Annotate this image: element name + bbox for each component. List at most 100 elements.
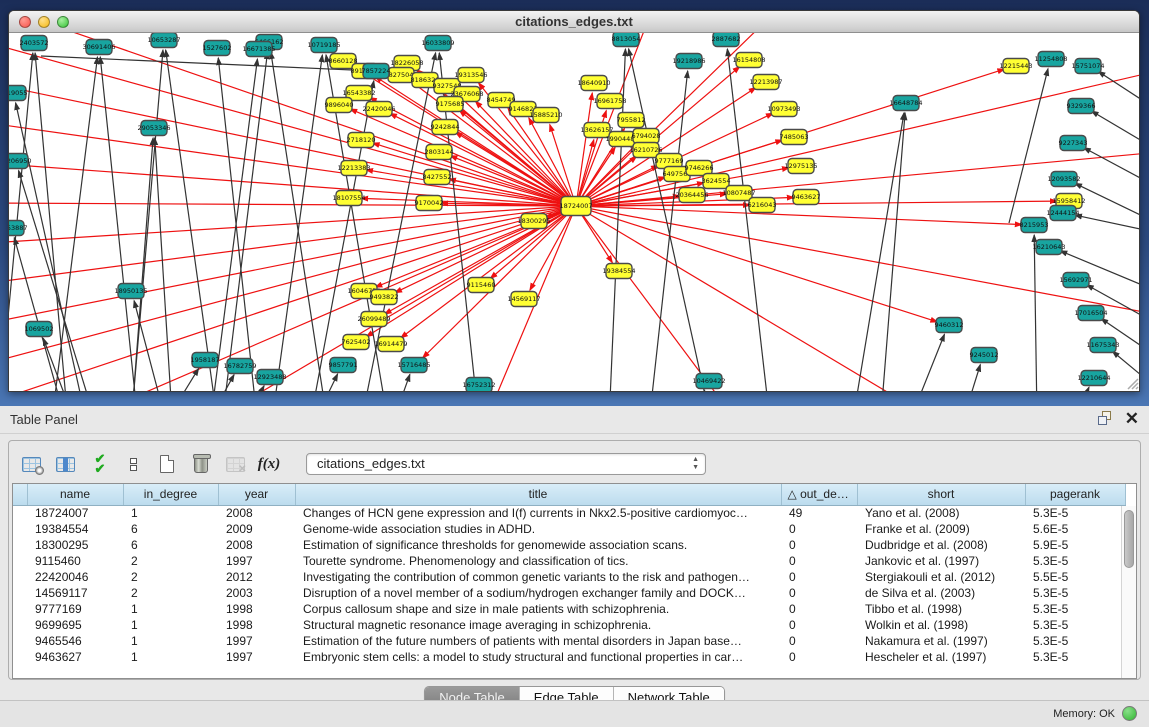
yellow-node[interactable]: 12975135 — [784, 159, 817, 174]
red-edge[interactable] — [576, 206, 729, 392]
black-edge[interactable] — [1084, 148, 1140, 188]
yellow-node[interactable]: 12213987 — [749, 75, 782, 90]
table-mode-button[interactable] — [20, 453, 42, 475]
yellow-node[interactable]: 16154808 — [732, 53, 765, 68]
teal-node[interactable]: 16752312 — [462, 378, 495, 393]
teal-node[interactable]: 16033809 — [421, 36, 454, 51]
yellow-node[interactable]: 15885210 — [529, 108, 562, 123]
network-window-titlebar[interactable]: citations_edges.txt — [9, 11, 1139, 33]
black-edge[interactable] — [1075, 215, 1140, 233]
column-header-title[interactable]: title — [295, 484, 781, 505]
black-edge[interactable] — [854, 113, 904, 392]
yellow-node[interactable]: 9463627 — [792, 190, 821, 205]
table-row[interactable]: 1872400712008Changes of HCN gene express… — [13, 505, 1125, 521]
column-header-year[interactable]: year — [218, 484, 295, 505]
close-panel-icon[interactable]: ✕ — [1125, 411, 1139, 426]
teal-node[interactable]: 11254808 — [1034, 52, 1067, 67]
select-all-button[interactable]: ✔✔ — [88, 453, 110, 475]
yellow-node[interactable]: 16914479 — [374, 337, 407, 352]
red-edge[interactable] — [9, 206, 576, 392]
column-header-pagerank[interactable]: pagerank — [1025, 484, 1125, 505]
teal-node[interactable]: 7857224 — [362, 64, 391, 79]
yellow-node[interactable]: 19313546 — [454, 68, 487, 83]
resize-grip-icon[interactable] — [1125, 376, 1139, 390]
table-row[interactable]: 977716911998Corpus callosum shape and si… — [13, 601, 1125, 617]
teal-node[interactable]: 15751074 — [1071, 59, 1104, 74]
teal-node[interactable]: 19218986 — [672, 54, 705, 69]
black-edge[interactable] — [309, 374, 338, 392]
black-edge[interactable] — [1091, 111, 1140, 151]
black-edge[interactable] — [129, 50, 163, 392]
black-edge[interactable] — [727, 49, 769, 392]
black-edge[interactable] — [1098, 71, 1140, 111]
yellow-node[interactable]: 12213383 — [337, 161, 370, 176]
teal-node[interactable]: 11675343 — [1086, 338, 1119, 353]
yellow-node[interactable]: 9896040 — [325, 98, 354, 113]
yellow-node[interactable]: 9170042 — [415, 196, 444, 211]
teal-node[interactable]: 23206950 — [9, 154, 32, 169]
delete-column-button[interactable] — [190, 453, 212, 475]
scrollbar-thumb[interactable] — [1124, 510, 1134, 568]
yellow-node[interactable]: 16961758 — [593, 94, 626, 109]
yellow-node[interactable]: 19384554 — [602, 264, 635, 279]
teal-node[interactable]: 9227343 — [1059, 136, 1088, 151]
float-panel-icon[interactable] — [1098, 411, 1113, 426]
yellow-node[interactable]: 6216043 — [748, 198, 777, 213]
network-view-window[interactable]: citations_edges.txt 18724007866012889129… — [8, 10, 1140, 392]
teal-node[interactable]: 12444154 — [1046, 206, 1079, 221]
yellow-node[interactable]: 18640910 — [577, 76, 610, 91]
black-edge[interactable] — [234, 386, 264, 392]
teal-node[interactable]: 1527602 — [203, 41, 232, 56]
teal-node[interactable]: 10719185 — [307, 38, 340, 53]
black-edge[interactable] — [909, 334, 944, 392]
row-height-button[interactable] — [122, 453, 144, 475]
teal-node[interactable]: 12093582 — [1047, 172, 1080, 187]
yellow-node[interactable]: 7625402 — [342, 335, 371, 350]
black-edge[interactable] — [1009, 69, 1048, 223]
black-edge[interactable] — [629, 49, 709, 392]
yellow-node[interactable]: 18724007 — [559, 197, 592, 216]
teal-node[interactable]: 10469422 — [692, 374, 725, 389]
column-header-name[interactable]: name — [27, 484, 123, 505]
red-edge[interactable] — [576, 206, 909, 392]
yellow-node[interactable]: 12215443 — [999, 59, 1032, 74]
black-edge[interactable] — [1034, 235, 1037, 392]
table-row[interactable]: 1938455462009Genome-wide association stu… — [13, 521, 1125, 537]
teal-node[interactable]: 15716485 — [397, 358, 430, 373]
yellow-node[interactable]: 2718120 — [347, 133, 376, 148]
teal-node[interactable]: 17016504 — [1074, 306, 1107, 321]
teal-node[interactable]: 18950135 — [114, 284, 147, 299]
table-row[interactable]: 946362711997Embryonic stem cells: a mode… — [13, 649, 1125, 665]
yellow-node[interactable]: 9175685 — [436, 97, 465, 112]
teal-node[interactable]: 10653287 — [147, 33, 180, 48]
black-edge[interactable] — [1069, 387, 1089, 392]
column-header-outde[interactable]: △ out_de… — [781, 484, 857, 505]
teal-node[interactable]: 16671385 — [242, 42, 275, 57]
black-edge[interactable] — [389, 374, 410, 392]
show-columns-button[interactable] — [54, 453, 76, 475]
yellow-node[interactable]: 20364456 — [675, 188, 708, 203]
red-edge[interactable] — [9, 206, 576, 243]
table-select-dropdown[interactable]: citations_edges.txt ▲▼ — [306, 453, 706, 475]
create-column-button[interactable] — [156, 453, 178, 475]
teal-node[interactable]: 12210644 — [1077, 371, 1110, 386]
teal-node[interactable]: 16210643 — [1032, 240, 1065, 255]
yellow-node[interactable]: 22420046 — [362, 102, 395, 117]
yellow-node[interactable]: 9242844 — [431, 120, 460, 135]
yellow-node[interactable]: 8427552 — [423, 170, 452, 185]
table-row[interactable]: 946554611997Estimation of the future num… — [13, 633, 1125, 649]
black-edge[interactable] — [41, 56, 364, 71]
teal-node[interactable]: 2887682 — [712, 33, 741, 47]
teal-node[interactable]: 10953887 — [9, 221, 28, 236]
red-edge[interactable] — [576, 93, 592, 206]
teal-node[interactable]: 9245012 — [970, 348, 999, 363]
table-scrollbar[interactable] — [1121, 506, 1136, 678]
teal-node[interactable]: 12923488 — [253, 370, 286, 385]
yellow-node[interactable]: 3624554 — [702, 174, 731, 189]
black-edge[interactable] — [219, 52, 268, 392]
table-row[interactable]: 1456911722003Disruption of a novel membe… — [13, 585, 1125, 601]
yellow-node[interactable]: 7485063 — [780, 130, 809, 145]
black-edge[interactable] — [881, 113, 905, 392]
yellow-node[interactable]: 9493822 — [370, 290, 399, 305]
table-row[interactable]: 911546021997Tourette syndrome. Phenomeno… — [13, 553, 1125, 569]
